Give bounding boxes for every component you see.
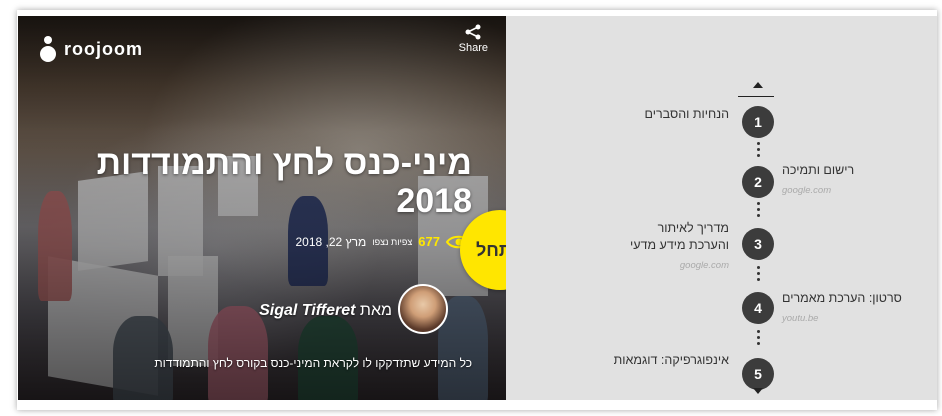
share-button[interactable]: Share [459,24,488,54]
author-avatar[interactable] [398,284,448,334]
author-name[interactable]: Sigal Tifferet [259,302,355,319]
step-title-text: סרטון: הערכת מאמרים [782,291,902,305]
share-icon [465,24,481,40]
step-title: רישום ותמיכה google.com [782,162,854,199]
page-description: כל המידע שתזדקקו לו לקראת המיני-כנס בקור… [154,356,472,370]
view-count: 677 [418,234,440,249]
step-title-text: רישום ותמיכה [782,163,855,177]
page-title: מיני-כנס לחץ והתמודדות 2018 [96,144,472,220]
step-title-text: מדריך לאיתור והערכת מידע מדעי [630,221,729,252]
logo-text: roojoom [64,38,143,59]
step-number: 2 [742,166,774,198]
step-domain: google.com [782,185,832,196]
arrow-up-icon[interactable] [749,82,767,92]
view-meta: 677 צפיות נצפו מרץ 22, 2018 [295,234,472,249]
step-title-text: אינפוגרפיקה: דוגמאות [613,353,729,367]
step-connector [757,330,760,348]
arrow-down-icon[interactable] [749,388,767,398]
step-domain: youtu.be [782,313,819,324]
publish-date: מרץ 22, 2018 [295,234,367,249]
author-line: מאת Sigal Tifferet [259,302,392,320]
step-number: 5 [742,358,774,390]
step-connector [757,266,760,284]
share-label: Share [458,42,488,54]
step-title-text: הנחיות והסברים [644,107,730,121]
step-title: הנחיות והסברים [645,106,730,123]
step-title: מדריך לאיתור והערכת מידע מדעי google.com [619,220,729,274]
step-connector [757,202,760,220]
divider [738,96,774,97]
table-of-contents: 1 הנחיות והסברים 2 רישום ותמיכה google.c… [506,16,937,400]
step-title: סרטון: הערכת מאמרים youtu.be [782,290,902,327]
step-number: 3 [742,228,774,260]
roojoom-logo[interactable]: roojoom [40,36,143,62]
step-number: 1 [742,106,774,138]
step-domain: google.com [679,260,729,271]
author-prefix: מאת [359,302,392,319]
hero-panel: roojoom Share מיני-כנס לחץ והתמודדות 201… [18,16,506,400]
step-title: אינפוגרפיקה: דוגמאות [614,352,729,369]
view-count-label: צפיות נצפו [372,236,413,247]
logo-icon [40,36,56,62]
step-connector [757,142,760,160]
step-number: 4 [742,292,774,324]
